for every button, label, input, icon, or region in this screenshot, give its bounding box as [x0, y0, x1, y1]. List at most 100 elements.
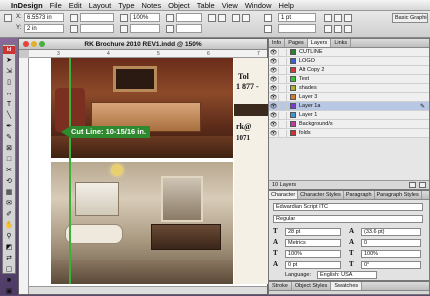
tab-pages[interactable]: Pages [285, 39, 308, 47]
lock-toggle[interactable] [278, 102, 287, 110]
leading-field[interactable]: (33.6 pt) [361, 228, 421, 236]
lock-toggle[interactable] [278, 129, 287, 137]
skew-field[interactable]: 0° [361, 261, 421, 269]
menu-file[interactable]: File [50, 1, 62, 10]
select-content-icon[interactable] [242, 14, 250, 22]
type-tool-icon[interactable]: T [4, 100, 14, 109]
layer-row[interactable]: 👁 Text [269, 75, 429, 84]
language-select[interactable]: English: USA [317, 271, 377, 279]
scale-x-field[interactable]: 100% [130, 13, 160, 22]
rotate-field[interactable] [176, 13, 202, 22]
menu-layout[interactable]: Layout [89, 1, 112, 10]
lock-toggle[interactable] [278, 75, 287, 83]
visibility-eye-icon[interactable]: 👁 [269, 76, 278, 83]
lock-toggle[interactable] [278, 48, 287, 56]
menu-window[interactable]: Window [245, 1, 272, 10]
layer-row[interactable]: 👁 LOGO [269, 57, 429, 66]
visibility-eye-icon[interactable]: 👁 [269, 58, 278, 65]
visibility-eye-icon[interactable]: 👁 [269, 94, 278, 101]
menu-notes[interactable]: Notes [142, 1, 162, 10]
select-container-icon[interactable] [232, 14, 240, 22]
font-size-field[interactable]: 28 pt [285, 228, 341, 236]
stroke-type-field[interactable] [278, 24, 316, 33]
minimize-window-button[interactable] [31, 41, 37, 47]
tab-object-styles[interactable]: Object Styles [292, 282, 332, 290]
flip-vertical-icon[interactable] [218, 14, 226, 22]
living-room-photo[interactable] [51, 58, 233, 158]
tab-character[interactable]: Character [269, 191, 299, 199]
page-tool-icon[interactable]: ▯ [4, 78, 14, 87]
scissors-tool-icon[interactable]: ✂ [4, 166, 14, 175]
scale-y-field[interactable] [130, 24, 160, 33]
flip-horizontal-icon[interactable] [208, 14, 216, 22]
menu-indesign[interactable]: InDesign [11, 1, 43, 10]
shear-field[interactable] [176, 24, 202, 33]
zoom-window-button[interactable] [39, 41, 45, 47]
text-wrap-icon[interactable] [324, 14, 332, 22]
horizontal-ruler[interactable]: 3 4 5 6 7 [29, 50, 267, 58]
vertical-scale-field[interactable]: 100% [285, 250, 341, 258]
shear-icon[interactable] [166, 25, 174, 33]
rotate-icon[interactable] [166, 14, 174, 22]
direct-selection-tool-icon[interactable]: ⇲ [4, 67, 14, 76]
zoom-tool-icon[interactable]: ⚲ [4, 232, 14, 241]
effects-icon[interactable] [334, 14, 342, 22]
width-field[interactable] [80, 13, 114, 22]
lock-toggle[interactable] [278, 66, 287, 74]
layer-row[interactable]: 👁 folds [269, 129, 429, 138]
cut-line-guide[interactable] [69, 58, 71, 284]
tab-info[interactable]: Info [269, 39, 286, 47]
bathroom-photo[interactable] [51, 162, 233, 284]
close-window-button[interactable] [23, 41, 29, 47]
workspace-switcher[interactable]: Basic Graphics [392, 13, 428, 23]
swap-fill-stroke-icon[interactable]: ⇄ [4, 254, 14, 263]
horizontal-scale-field[interactable]: 100% [361, 250, 421, 258]
pen-tool-icon[interactable]: ✒ [4, 122, 14, 131]
tracking-field[interactable]: 0 [361, 239, 421, 247]
new-layer-icon[interactable] [409, 182, 416, 188]
lock-toggle[interactable] [278, 120, 287, 128]
note-tool-icon[interactable]: ✉ [4, 199, 14, 208]
layer-row[interactable]: 👁 Background/s [269, 120, 429, 129]
eyedropper-tool-icon[interactable]: ✐ [4, 210, 14, 219]
selection-tool-icon[interactable]: ➤ [4, 56, 14, 65]
menu-view[interactable]: View [222, 1, 238, 10]
lock-toggle[interactable] [278, 84, 287, 92]
tab-layers[interactable]: Layers [307, 39, 332, 47]
layer-row[interactable]: 👁 Layer 3 [269, 93, 429, 102]
layer-row[interactable]: 👁 CUTLINE [269, 48, 429, 57]
height-field[interactable] [80, 24, 114, 33]
menu-help[interactable]: Help [279, 1, 294, 10]
visibility-eye-icon[interactable]: 👁 [269, 67, 278, 74]
menu-table[interactable]: Table [197, 1, 215, 10]
drop-shadow-icon[interactable] [344, 14, 352, 22]
layer-row[interactable]: 👁 Alt Copy 2 [269, 66, 429, 75]
kerning-field[interactable]: Metrics [285, 239, 341, 247]
layer-row[interactable]: 👁 shades [269, 84, 429, 93]
x-field[interactable]: 6.5573 in [24, 13, 64, 22]
lock-toggle[interactable] [278, 57, 287, 65]
stroke-swatch-icon[interactable] [264, 25, 272, 33]
tab-paragraph-styles[interactable]: Paragraph Styles [375, 191, 422, 199]
pencil-tool-icon[interactable]: ✎ [4, 133, 14, 142]
hand-tool-icon[interactable]: ✋ [4, 221, 14, 230]
gradient-tool-icon[interactable]: ▦ [4, 188, 14, 197]
stroke-weight-field[interactable]: 1 pt [278, 13, 316, 22]
visibility-eye-icon[interactable]: 👁 [269, 103, 278, 110]
tab-character-styles[interactable]: Character Styles [298, 191, 344, 199]
tab-swatches[interactable]: Swatches [331, 282, 363, 290]
visibility-eye-icon[interactable]: 👁 [269, 49, 278, 56]
pasteboard[interactable]: Tol 1 877 - rk@ 1071 Cut Line: 10-15/16 … [29, 58, 269, 294]
tab-paragraph[interactable]: Paragraph [344, 191, 375, 199]
delete-layer-icon[interactable] [419, 182, 426, 188]
visibility-eye-icon[interactable]: 👁 [269, 85, 278, 92]
tab-links[interactable]: Links [331, 39, 352, 47]
center-content-icon[interactable] [344, 25, 352, 33]
menu-edit[interactable]: Edit [69, 1, 82, 10]
y-field[interactable]: 2 in [24, 24, 64, 33]
line-tool-icon[interactable]: ╲ [4, 111, 14, 120]
layer-row[interactable]: 👁 Layer 1 [269, 111, 429, 120]
apply-color-icon[interactable]: ■ [4, 276, 14, 285]
fit-content-icon[interactable] [324, 25, 332, 33]
fit-frame-icon[interactable] [334, 25, 342, 33]
